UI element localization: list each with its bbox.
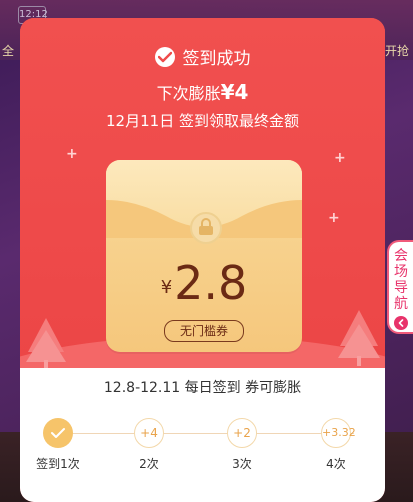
sparkle-icon: +	[66, 146, 78, 162]
check-icon	[51, 428, 65, 438]
next-inflate-prefix: 下次膨胀	[156, 84, 221, 103]
coupon-type-tag: 无门槛券	[164, 320, 244, 342]
coupon-envelope[interactable]: ¥2.8 无门槛券	[106, 160, 302, 352]
step-4-marker: +3.32	[321, 418, 356, 448]
background-right-text: 开抢	[384, 44, 409, 58]
tree-decoration-right	[338, 310, 380, 366]
step-3-label: 3次	[232, 457, 252, 471]
venue-nav-button[interactable]: 会场导航	[387, 240, 413, 334]
next-inflate-amount: ¥4	[220, 80, 249, 104]
lock-icon	[190, 212, 222, 244]
checkin-success-dialog: 签到成功 下次膨胀¥4 12月11日 签到领取最终金额 + + + ¥2.8 无…	[20, 18, 385, 502]
background-left-text: 全	[2, 44, 15, 58]
currency-symbol: ¥	[160, 277, 173, 298]
checkin-period-text: 12.8-12.11 每日签到 券可膨胀	[103, 380, 302, 396]
sparkle-icon: +	[328, 210, 340, 226]
next-inflate-line: 下次膨胀¥4	[20, 80, 385, 106]
coupon-amount: ¥2.8	[106, 258, 302, 319]
step-1-marker	[43, 418, 73, 448]
step-2-marker: +4	[134, 418, 164, 448]
step-1-label: 签到1次	[36, 457, 80, 471]
venue-nav-label: 会场导航	[394, 248, 408, 312]
claim-date-text: 12月11日 签到领取最终金额	[106, 112, 299, 130]
step-2-label: 2次	[139, 457, 159, 471]
step-4-label: 4次	[326, 457, 346, 471]
success-title: 签到成功	[20, 46, 385, 72]
success-title-text: 签到成功	[182, 49, 251, 69]
sparkle-icon: +	[334, 150, 346, 166]
check-icon	[154, 47, 175, 67]
tree-decoration-left	[26, 318, 66, 368]
coupon-amount-value: 2.8	[174, 256, 248, 310]
step-3-marker: +2	[227, 418, 257, 448]
progress-track	[58, 433, 354, 434]
chevron-left-icon	[394, 316, 408, 330]
